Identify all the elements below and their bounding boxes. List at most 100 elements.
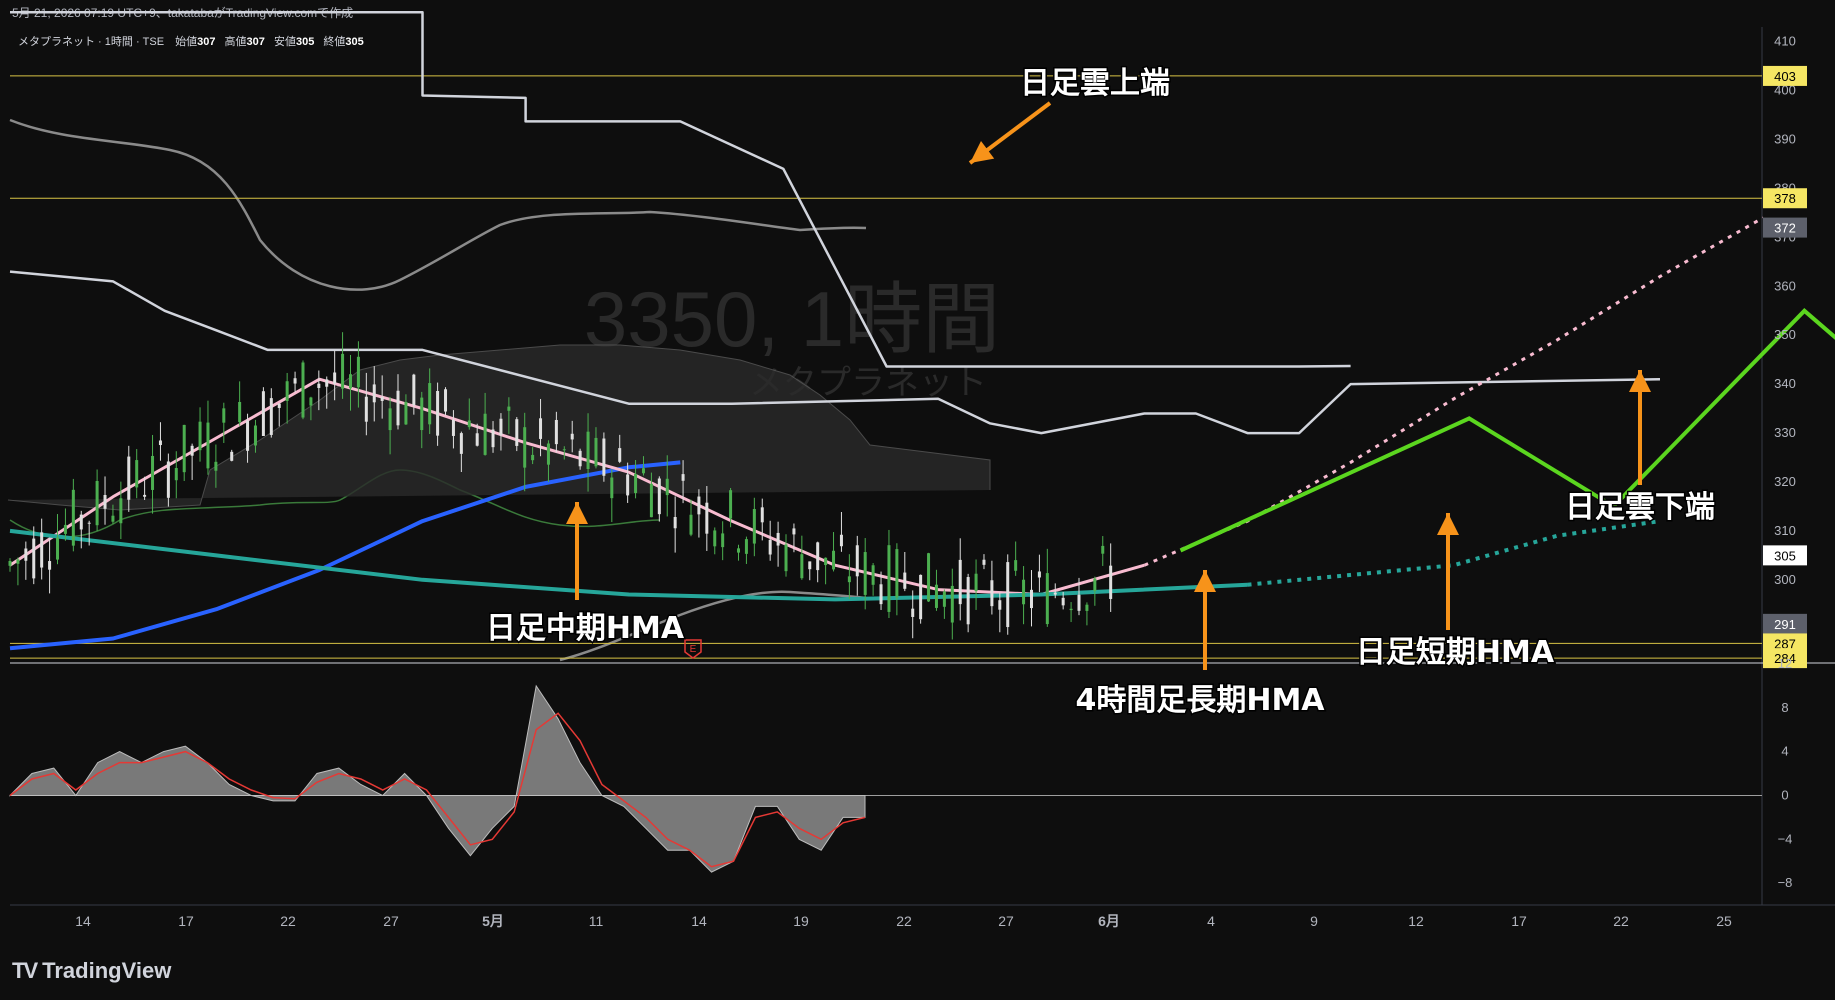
- chart-canvas[interactable]: 3350, 1時間 メタプラネット メタプラネット · 1時間 · TSE 始値…: [0, 0, 1835, 946]
- time-tick: 27: [383, 913, 399, 929]
- candle-body: [174, 467, 178, 481]
- candle-body: [499, 418, 503, 436]
- legend-high: 307: [247, 36, 265, 48]
- candle-body: [491, 429, 495, 448]
- candle-body: [982, 559, 986, 565]
- candle-body: [24, 548, 28, 561]
- price-label: 291: [1774, 617, 1796, 632]
- price-tick: 390: [1774, 132, 1796, 147]
- candle-body: [792, 528, 796, 535]
- candle-body: [1045, 573, 1049, 625]
- candle-body: [467, 420, 471, 428]
- candle-body: [839, 534, 843, 547]
- candle-body: [285, 381, 289, 401]
- candle-body: [602, 438, 606, 476]
- oscillator-axis: 12 8 4 0 −4 −8: [1778, 656, 1793, 890]
- price-tick: 330: [1774, 425, 1796, 440]
- candle-body: [206, 422, 210, 469]
- candle-body: [1085, 604, 1089, 611]
- legend-symbol: メタプラネット · 1時間 · TSE: [18, 35, 164, 48]
- candle-body: [824, 557, 828, 566]
- price-tick: 310: [1774, 523, 1796, 538]
- tradingview-logo[interactable]: TV TradingView: [12, 958, 171, 984]
- price-tick: 300: [1774, 572, 1796, 587]
- legend-low-label: 安値: [274, 34, 296, 48]
- candle-body: [261, 391, 265, 437]
- candle-body: [665, 478, 669, 496]
- candle-body: [966, 577, 970, 625]
- time-tick: 14: [691, 913, 707, 929]
- brand-name: TradingView: [42, 958, 172, 983]
- price-label: 372: [1774, 221, 1796, 236]
- candle-body: [586, 431, 590, 469]
- price-tick: 340: [1774, 376, 1796, 391]
- oscillator-tick: −8: [1778, 875, 1793, 890]
- candle-body: [887, 545, 891, 612]
- candle-body: [594, 437, 598, 467]
- candle-body: [238, 401, 242, 423]
- time-tick: 17: [1511, 913, 1527, 929]
- candle-body: [16, 559, 20, 564]
- candle-body: [546, 443, 550, 465]
- candle-body: [832, 550, 836, 570]
- candle-body: [610, 477, 614, 499]
- candle-body: [657, 478, 661, 515]
- candle-body: [578, 450, 582, 467]
- candle-body: [87, 522, 91, 524]
- candle-body: [348, 374, 352, 389]
- candle-body: [372, 384, 376, 403]
- svg-text:メタプラネット · 1時間 · TSE 始値30: メタプラネット · 1時間 · TSE 始値307 高値307 安値305 終値…: [18, 34, 364, 48]
- time-tick: 5月: [482, 913, 504, 929]
- candle-body: [768, 539, 772, 555]
- candle-body: [863, 552, 867, 595]
- price-tick: 360: [1774, 278, 1796, 293]
- annotation-daily-cloud-top: 日足雲上端: [1020, 66, 1170, 101]
- candle-body: [253, 425, 257, 446]
- candle-body: [420, 397, 424, 431]
- candle-body: [230, 451, 234, 461]
- candle-body: [942, 591, 946, 607]
- candle-body: [950, 585, 954, 623]
- candle-body: [618, 448, 622, 462]
- oscillator-tick: −4: [1778, 831, 1793, 846]
- footer-bar: [0, 946, 1835, 1000]
- candle-body: [998, 600, 1002, 610]
- time-tick: 12: [1408, 913, 1424, 929]
- candle-body: [119, 498, 123, 524]
- candle-body: [301, 362, 305, 418]
- candle-body: [293, 378, 297, 384]
- candle-body: [1029, 589, 1033, 609]
- candle-body: [673, 517, 677, 529]
- candle-body: [158, 440, 162, 446]
- candle-body: [214, 461, 218, 471]
- candle-body: [79, 514, 83, 530]
- candle-body: [333, 372, 337, 384]
- time-tick: 6月: [1098, 913, 1120, 929]
- symbol-legend: メタプラネット · 1時間 · TSE 始値307 高値307 安値305 終値…: [18, 34, 364, 48]
- time-tick: 22: [280, 913, 296, 929]
- candle-body: [356, 356, 360, 388]
- candle-body: [697, 496, 701, 515]
- legend-close: 305: [345, 36, 363, 48]
- candle-body: [111, 515, 115, 522]
- candle-body: [48, 561, 52, 570]
- time-axis[interactable]: 14 17 22 27 5月 11 14 19 22 27 6月 4 9 12 17 22 25: [75, 913, 1732, 929]
- candle-body: [166, 461, 170, 498]
- candle-body: [428, 383, 432, 425]
- candle-body: [974, 573, 978, 592]
- candle-body: [515, 419, 519, 446]
- candle-body: [182, 424, 186, 473]
- price-label: 403: [1774, 69, 1796, 84]
- candle-body: [776, 532, 780, 546]
- candle-body: [847, 576, 851, 583]
- oscillator-tick: 4: [1781, 744, 1788, 759]
- oscillator-tick: 12: [1778, 656, 1792, 671]
- candle-body: [784, 544, 788, 572]
- candle-body: [689, 514, 693, 535]
- candle-body: [364, 396, 368, 422]
- candle-body: [958, 559, 962, 605]
- candle-body: [380, 396, 384, 401]
- legend-open: 307: [197, 36, 215, 48]
- legend-open-label: 始値: [175, 34, 197, 48]
- candle-body: [32, 538, 36, 579]
